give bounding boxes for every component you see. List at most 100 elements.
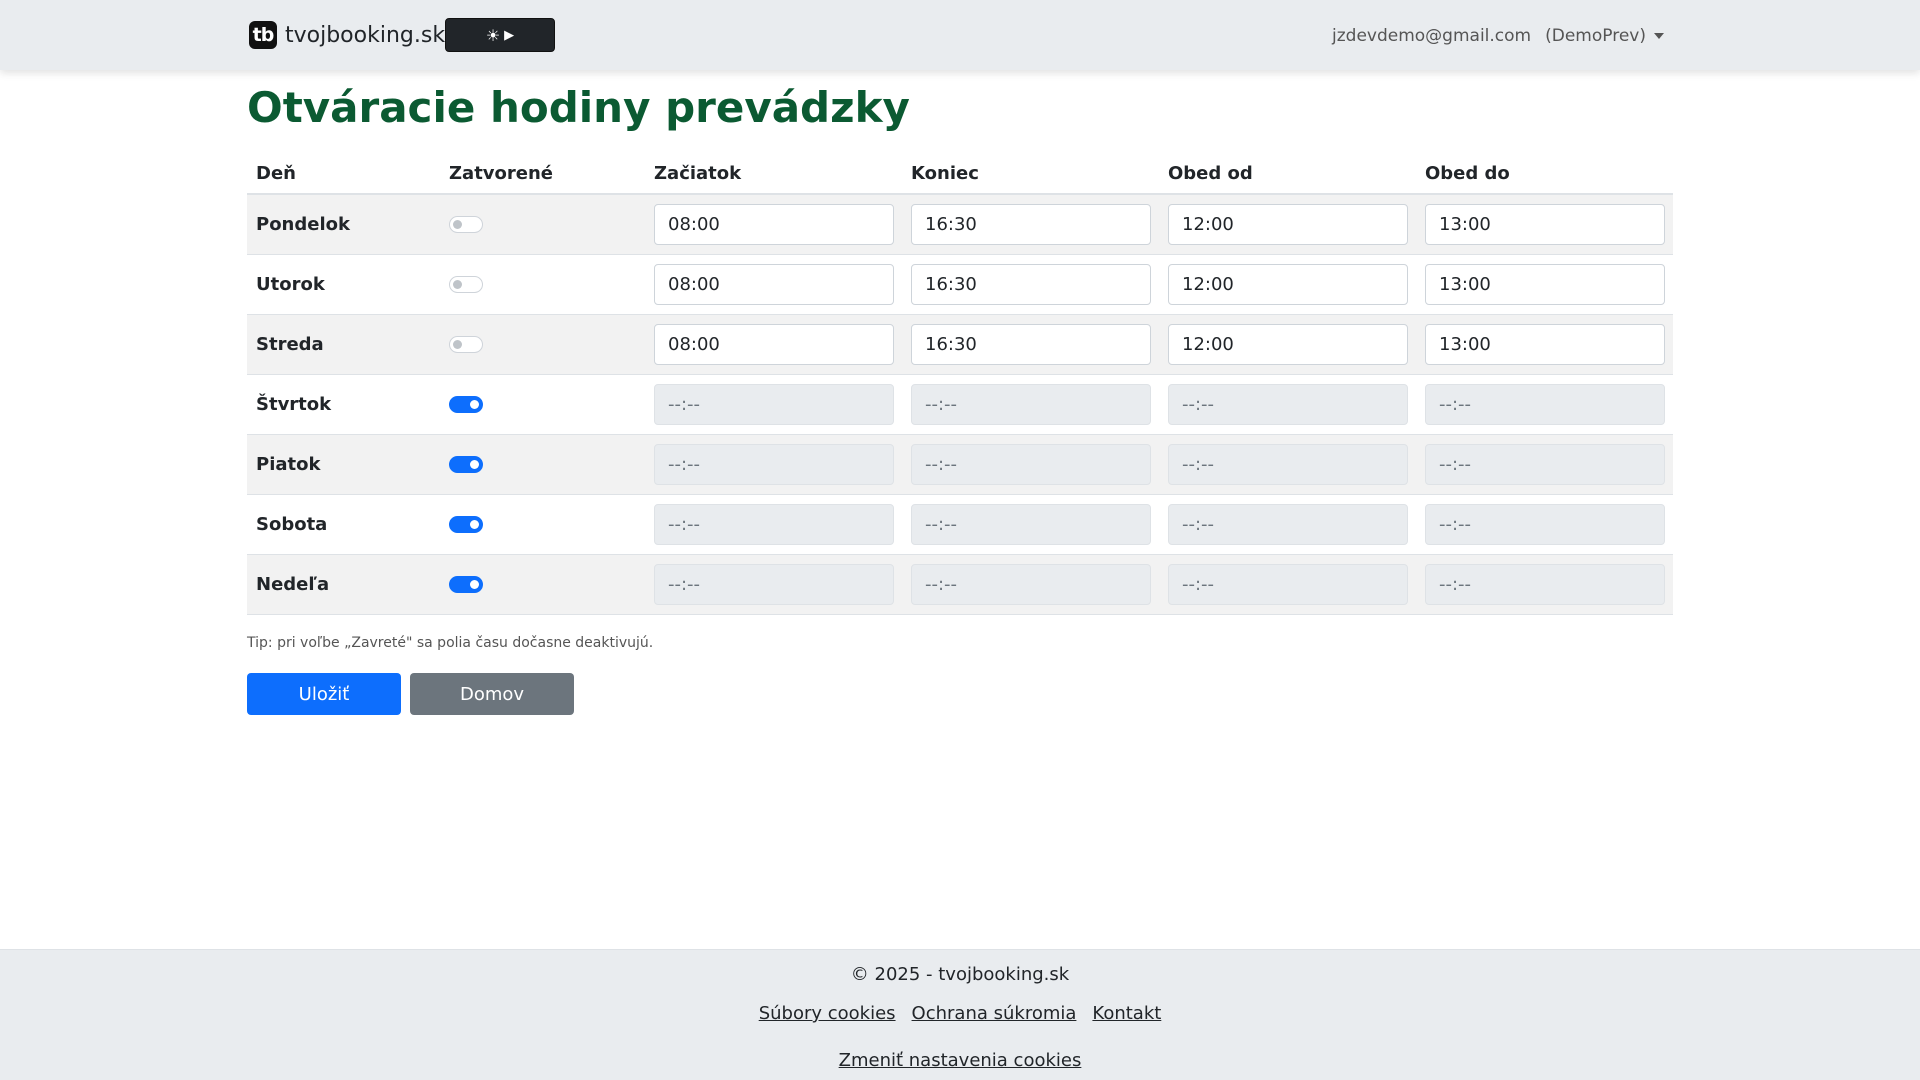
time-cell: --:-- [1416, 494, 1673, 555]
chevron-down-icon [1654, 33, 1664, 39]
time-cell: --:-- [902, 494, 1159, 555]
time-cell: --:-- [1159, 494, 1416, 555]
day-cell: Streda [247, 314, 440, 375]
table-row: Utorok 08:00 16:30 12:00 13:00 [247, 254, 1673, 315]
time-cell: 12:00 [1159, 194, 1416, 255]
header-lunch-to: Obed do [1416, 154, 1673, 195]
lunch-from-input[interactable]: 12:00 [1168, 323, 1408, 365]
toggle-knob [453, 339, 462, 349]
day-cell: Štvrtok [247, 374, 440, 435]
opening-hours-table: Deň Zatvorené Začiatok Koniec Obed od Ob… [247, 154, 1673, 615]
time-cell: 16:30 [902, 314, 1159, 375]
toggle-knob [470, 519, 479, 529]
day-name: Piatok [256, 453, 321, 475]
sun-icon: ☀ [485, 25, 501, 45]
start-time-input[interactable]: 08:00 [654, 203, 894, 245]
closed-toggle[interactable] [449, 215, 483, 233]
start-time-input: --:-- [654, 443, 894, 485]
time-cell: --:-- [902, 374, 1159, 435]
lunch-to-input[interactable]: 13:00 [1425, 323, 1665, 365]
table-row: Streda 08:00 16:30 12:00 13:00 [247, 314, 1673, 375]
end-time-input: --:-- [911, 443, 1151, 485]
time-cell: --:-- [1159, 374, 1416, 435]
time-cell: 16:30 [902, 254, 1159, 315]
cookie-settings: Zmeniť nastavenia cookies [0, 1050, 1920, 1071]
time-cell: 13:00 [1416, 314, 1673, 375]
footer-link-privacy[interactable]: Ochrana súkromia [912, 1003, 1077, 1024]
home-button[interactable]: Domov [410, 673, 574, 715]
footer-links: Súbory cookies Ochrana súkromia Kontakt [0, 1003, 1920, 1024]
closed-cell [440, 434, 645, 495]
lunch-to-input[interactable]: 13:00 [1425, 203, 1665, 245]
lunch-to-input: --:-- [1425, 503, 1665, 545]
user-menu-dropdown[interactable]: jzdevdemo@gmail.com (DemoPrev) [1332, 24, 1664, 48]
end-time-input[interactable]: 16:30 [911, 263, 1151, 305]
time-cell: --:-- [645, 434, 902, 495]
day-name: Nedeľa [256, 573, 330, 595]
save-button[interactable]: Uložiť [247, 673, 401, 715]
day-name: Štvrtok [256, 393, 332, 415]
time-cell: 12:00 [1159, 254, 1416, 315]
user-email: jzdevdemo@gmail.com [1332, 26, 1532, 46]
footer: © 2025 - tvojbooking.sk Súbory cookies O… [0, 949, 1920, 1080]
brand-logo-icon: tb [249, 21, 277, 49]
header-start: Začiatok [645, 154, 902, 195]
day-cell: Utorok [247, 254, 440, 315]
day-name: Sobota [256, 513, 328, 535]
day-name: Streda [256, 333, 324, 355]
time-cell: 16:30 [902, 194, 1159, 255]
table-row: Nedeľa --:-- --:-- --:-- --:-- [247, 554, 1673, 615]
lunch-from-input: --:-- [1168, 383, 1408, 425]
lunch-from-input[interactable]: 12:00 [1168, 263, 1408, 305]
closed-toggle[interactable] [449, 575, 483, 593]
time-cell: --:-- [1416, 374, 1673, 435]
lunch-to-input: --:-- [1425, 563, 1665, 605]
lunch-from-input: --:-- [1168, 503, 1408, 545]
time-cell: --:-- [645, 554, 902, 615]
time-cell: --:-- [1416, 554, 1673, 615]
day-cell: Sobota [247, 494, 440, 555]
end-time-input[interactable]: 16:30 [911, 323, 1151, 365]
toggle-knob [470, 459, 479, 469]
day-cell: Piatok [247, 434, 440, 495]
closed-toggle[interactable] [449, 515, 483, 533]
day-cell: Nedeľa [247, 554, 440, 615]
cookie-settings-link[interactable]: Zmeniť nastavenia cookies [839, 1050, 1082, 1071]
footer-link-contact[interactable]: Kontakt [1092, 1003, 1161, 1024]
toggle-knob [453, 219, 462, 229]
time-cell: --:-- [902, 434, 1159, 495]
theme-toggle-button[interactable]: ☀ ▶ [445, 18, 555, 52]
closed-cell [440, 494, 645, 555]
toggle-knob [453, 279, 462, 289]
closed-toggle[interactable] [449, 395, 483, 413]
closed-cell [440, 194, 645, 255]
end-time-input[interactable]: 16:30 [911, 203, 1151, 245]
start-time-input[interactable]: 08:00 [654, 263, 894, 305]
lunch-from-input: --:-- [1168, 443, 1408, 485]
table-row: Sobota --:-- --:-- --:-- --:-- [247, 494, 1673, 555]
time-cell: --:-- [1416, 434, 1673, 495]
footer-link-cookies[interactable]: Súbory cookies [759, 1003, 896, 1024]
lunch-to-input: --:-- [1425, 383, 1665, 425]
closed-cell [440, 554, 645, 615]
header-lunch-from: Obed od [1159, 154, 1416, 195]
time-cell: 13:00 [1416, 254, 1673, 315]
table-header-row: Deň Zatvorené Začiatok Koniec Obed od Ob… [247, 154, 1673, 195]
brand-link[interactable]: tb tvojbooking.sk [249, 20, 445, 50]
lunch-to-input[interactable]: 13:00 [1425, 263, 1665, 305]
day-cell: Pondelok [247, 194, 440, 255]
closed-toggle[interactable] [449, 455, 483, 473]
tenant-name: (DemoPrev) [1545, 26, 1646, 46]
closed-toggle[interactable] [449, 335, 483, 353]
start-time-input[interactable]: 08:00 [654, 323, 894, 365]
copyright-text: © 2025 - tvojbooking.sk [850, 964, 1070, 985]
start-time-input: --:-- [654, 383, 894, 425]
time-cell: 08:00 [645, 254, 902, 315]
closed-cell [440, 254, 645, 315]
toggle-knob [470, 579, 479, 589]
lunch-from-input[interactable]: 12:00 [1168, 203, 1408, 245]
closed-toggle[interactable] [449, 275, 483, 293]
time-cell: 08:00 [645, 314, 902, 375]
lunch-from-input: --:-- [1168, 563, 1408, 605]
lunch-to-input: --:-- [1425, 443, 1665, 485]
